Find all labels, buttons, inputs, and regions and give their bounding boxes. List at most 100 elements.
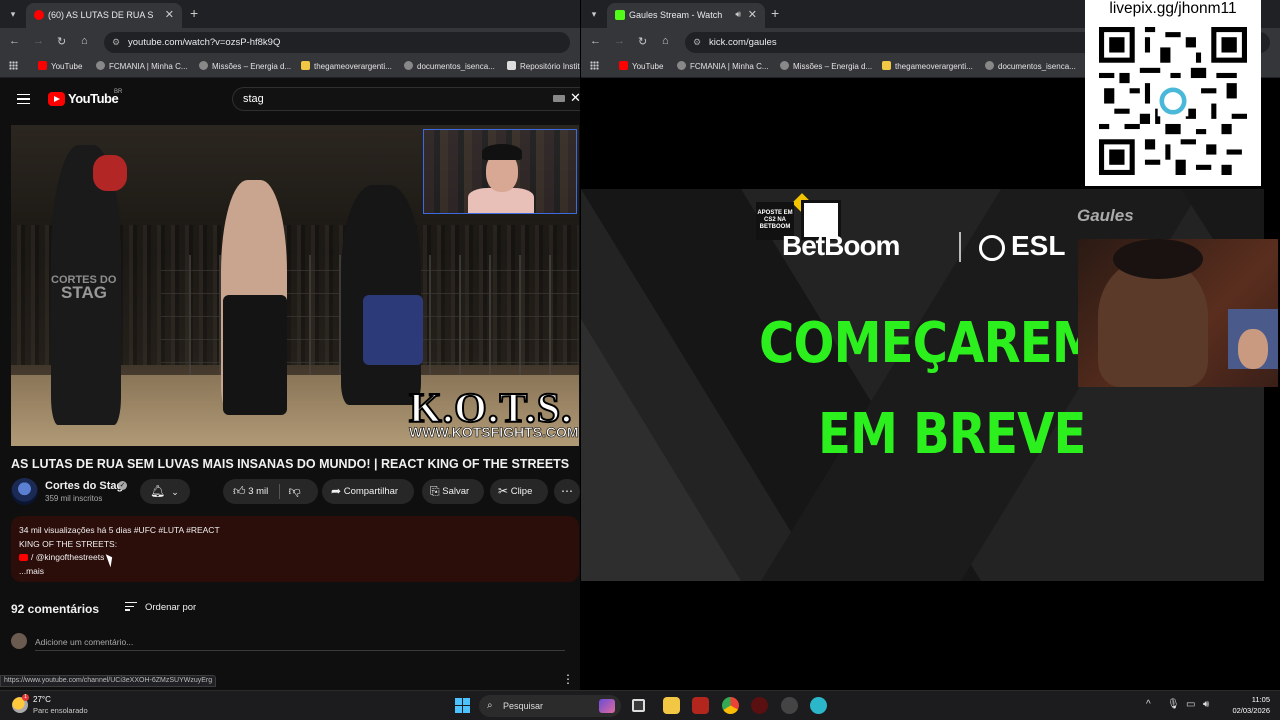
network-icon[interactable]: ▭	[1186, 699, 1195, 710]
task-view-icon[interactable]	[632, 699, 645, 712]
fighter-left-pants	[223, 295, 287, 415]
tab-strip: ▾ (60) AS LUTAS DE RUA SEM LUVAS ✕ +	[0, 0, 580, 28]
headline-line-2: EM BREVE	[818, 402, 1086, 467]
sort-button[interactable]: Ordenar por	[145, 602, 196, 613]
back-icon[interactable]: ←	[590, 35, 601, 47]
channel-link[interactable]: / @kingofthestreets	[31, 552, 104, 562]
divider	[278, 483, 280, 499]
file-explorer-icon[interactable]	[663, 697, 680, 714]
tab-search-dropdown-icon[interactable]: ▾	[586, 6, 602, 22]
logo-divider	[959, 232, 961, 262]
bookmark-missoes[interactable]: Missões – Energia d...	[199, 61, 291, 71]
sort-icon[interactable]	[125, 602, 137, 611]
site-info-icon[interactable]: ⚙	[693, 32, 701, 53]
search-input[interactable]: stag	[232, 87, 580, 111]
home-icon[interactable]: ⌂	[81, 35, 88, 47]
address-bar-row: ← → ↻ ⌂ ⚙ youtube.com/watch?v=ozsP-hf8k9…	[0, 28, 580, 56]
youtube-brand[interactable]: YouTube	[68, 91, 119, 106]
globe-icon	[404, 61, 413, 70]
bookmark-youtube[interactable]: YouTube	[619, 61, 663, 71]
youtube-logo-icon[interactable]	[48, 92, 65, 106]
forward-icon[interactable]: →	[614, 35, 625, 47]
keyboard-icon[interactable]	[553, 95, 565, 102]
apps-grid-icon[interactable]	[9, 61, 18, 70]
close-tab-icon[interactable]: ✕	[748, 8, 757, 21]
taskbar-app-icon[interactable]	[692, 697, 709, 714]
bookmark-repositorio[interactable]: Repositório Instit	[507, 61, 580, 71]
speaker-icon[interactable]: 🔊︎	[735, 9, 741, 20]
taskbar-search-input[interactable]: ⌕ Pesquisar	[479, 695, 621, 717]
back-icon[interactable]: ←	[9, 35, 20, 47]
folder-icon	[301, 61, 310, 70]
site-info-icon[interactable]: ⚙	[112, 32, 120, 53]
youtube-bookmark-icon	[619, 61, 628, 70]
windows-start-icon[interactable]	[455, 698, 470, 713]
weather-condition[interactable]: Parc ensolarado	[33, 706, 88, 715]
channel-avatar[interactable]	[11, 478, 38, 505]
home-icon[interactable]: ⌂	[662, 35, 669, 47]
save-button[interactable]: ⎘ Salvar	[422, 479, 484, 504]
chrome-icon[interactable]	[722, 697, 739, 714]
qr-title: livepix.gg/jhonm11	[1109, 0, 1237, 17]
comments-count: 92 comentários	[11, 602, 100, 616]
more-actions-button[interactable]: ⋯	[554, 479, 580, 504]
bookmark-documentos[interactable]: documentos_isenca...	[985, 61, 1076, 71]
bookmark-thegameover[interactable]: thegameoverargenti...	[301, 61, 392, 71]
bookmark-fcmania[interactable]: FCMANIA | Minha C...	[96, 61, 188, 71]
youtube-header: YouTube BR stag ✕	[0, 79, 580, 119]
description-meta-line: 34 mil visualizações há 5 dias #UFC #LUT…	[19, 524, 571, 538]
taskbar-app-icon-4[interactable]	[810, 697, 827, 714]
share-button[interactable]: ➦ Compartilhar	[322, 479, 414, 504]
hashtags[interactable]: #UFC #LUTA #REACT	[134, 525, 220, 535]
second-cam-face	[1238, 329, 1268, 369]
new-tab-icon[interactable]: +	[771, 5, 779, 21]
temperature[interactable]: 27°C	[33, 695, 51, 704]
microphone-icon[interactable]: 🎙︎	[1167, 699, 1180, 710]
bookmark-youtube[interactable]: YouTube	[38, 61, 82, 71]
globe-icon	[96, 61, 105, 70]
clip-button[interactable]: ✂ Clipe	[490, 479, 548, 504]
notifications-button[interactable]: 🔔︎ ⌄	[140, 479, 190, 504]
description-line: KING OF THE STREETS:	[19, 538, 118, 549]
chevron-up-icon[interactable]: ^	[1146, 699, 1151, 710]
taskbar-app-icon-2[interactable]	[751, 697, 768, 714]
apps-grid-icon[interactable]	[590, 61, 599, 70]
bookmarks-bar: YouTube FCMANIA | Minha C... Missões – E…	[0, 56, 580, 78]
channel-name[interactable]: Cortes do Stag	[45, 480, 123, 492]
bookmark-fcmania[interactable]: FCMANIA | Minha C...	[677, 61, 769, 71]
tab-youtube[interactable]: (60) AS LUTAS DE RUA SEM LUVAS ✕	[26, 3, 182, 28]
close-tab-icon[interactable]: ✕	[165, 8, 174, 21]
url-input[interactable]: ⚙ youtube.com/watch?v=ozsP-hf8k9Q	[104, 32, 570, 53]
thumbs-up-icon: 👍︎	[233, 484, 246, 498]
esl-logo-icon	[979, 235, 1005, 261]
tab-kick[interactable]: Gaules Stream - Watch Live 🔊︎ ✕	[607, 3, 765, 28]
qr-code-graphic	[1099, 27, 1247, 175]
new-tab-icon[interactable]: +	[190, 5, 198, 21]
views-date: 34 mil visualizações há 5 dias	[19, 525, 132, 535]
clear-search-icon[interactable]: ✕	[570, 90, 580, 106]
reload-icon[interactable]: ↻	[57, 35, 66, 48]
taskbar-app-icon-3[interactable]	[781, 697, 798, 714]
referee-bandana	[93, 155, 127, 191]
video-title: AS LUTAS DE RUA SEM LUVAS MAIS INSANAS D…	[11, 457, 570, 471]
search-highlight-icon	[599, 699, 615, 713]
like-button[interactable]: 👍︎ 3 mil	[233, 484, 268, 498]
donation-qr-panel: livepix.gg/jhonm11	[1085, 0, 1261, 186]
status-url-tooltip: https://www.youtube.com/channel/UCi3eXXO…	[0, 675, 217, 687]
description-box[interactable]: 34 mil visualizações há 5 dias #UFC #LUT…	[11, 516, 579, 582]
thumbs-down-icon[interactable]: 👎︎	[289, 479, 301, 504]
tab-search-dropdown-icon[interactable]: ▾	[5, 6, 21, 22]
bookmark-thegameover[interactable]: thegameoverargenti...	[882, 61, 973, 71]
youtube-bookmark-icon	[38, 61, 47, 70]
forward-icon[interactable]: →	[33, 35, 44, 47]
reload-icon[interactable]: ↻	[638, 35, 647, 48]
show-more-link[interactable]: ...mais	[19, 565, 571, 579]
bookmark-missoes[interactable]: Missões – Energia d...	[780, 61, 872, 71]
volume-icon[interactable]: 🔊︎	[1203, 699, 1209, 710]
add-comment-input[interactable]: Adicione um comentário...	[35, 637, 565, 651]
bookmark-documentos[interactable]: documentos_isenca...	[404, 61, 495, 71]
menu-icon[interactable]	[17, 94, 30, 104]
verified-icon: ✓	[118, 481, 127, 490]
kebab-menu-icon[interactable]: ⋮	[562, 672, 574, 686]
clock[interactable]: 11:05 02/03/2026	[1224, 694, 1270, 716]
